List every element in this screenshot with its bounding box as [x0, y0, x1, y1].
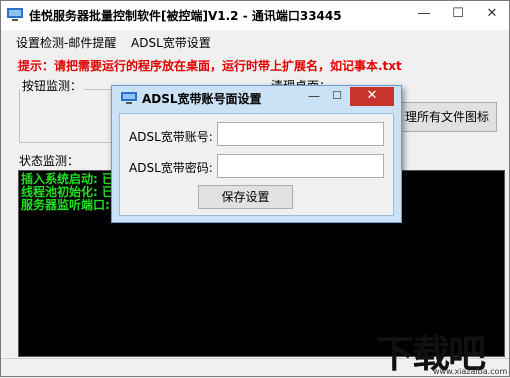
menu-item-adsl-settings[interactable]: ADSL宽带设置 [131, 34, 211, 51]
dialog-close-button[interactable]: ✕ [350, 87, 394, 106]
window-title: 佳悦服务器批量控制软件[被控端]V1.2 - 通讯端口33445 [29, 9, 342, 23]
status-monitor-label: 状态监测： [17, 152, 82, 169]
dialog-app-icon [121, 92, 137, 104]
dialog-maximize-button[interactable]: ☐ [326, 88, 348, 105]
maximize-button[interactable]: ☐ [441, 1, 475, 29]
menu-bar: 设置检测-邮件提醒 ADSL宽带设置 [1, 32, 509, 52]
adsl-account-input[interactable] [217, 122, 384, 146]
dialog-title-bar[interactable]: ADSL宽带账号面设置 — ☐ ✕ [112, 86, 401, 110]
buttons-monitor-group [19, 89, 121, 143]
adsl-settings-dialog: ADSL宽带账号面设置 — ☐ ✕ ADSL宽带账号: ADSL宽带密码: 保存… [111, 85, 402, 223]
close-button[interactable]: ✕ [475, 1, 509, 29]
title-bar[interactable]: 佳悦服务器批量控制软件[被控端]V1.2 - 通讯端口33445 — ☐ ✕ [1, 1, 509, 30]
buttons-monitor-label: 按钮监测： [20, 77, 85, 94]
adsl-password-label: ADSL宽带密码: [129, 161, 213, 175]
dialog-minimize-button[interactable]: — [303, 88, 325, 105]
adsl-password-input[interactable] [217, 154, 384, 178]
save-settings-button[interactable]: 保存设置 [198, 185, 293, 209]
dialog-title: ADSL宽带账号面设置 [142, 92, 262, 106]
hint-text: 提示：请把需要运行的程序放在桌面，运行时带上扩展名，如记事本.txt [18, 59, 402, 73]
app-icon [7, 8, 23, 21]
watermark-url: www.xiazaiba.com [433, 367, 508, 376]
clean-file-icons-button[interactable]: 理所有文件图标 [397, 102, 497, 132]
menu-item-email-alert[interactable]: 设置检测-邮件提醒 [16, 34, 116, 51]
minimize-button[interactable]: — [407, 1, 441, 29]
console-line: 服务器监听端口: [21, 198, 110, 212]
adsl-account-label: ADSL宽带账号: [129, 130, 213, 144]
dialog-body: ADSL宽带账号: ADSL宽带密码: 保存设置 [119, 113, 394, 216]
